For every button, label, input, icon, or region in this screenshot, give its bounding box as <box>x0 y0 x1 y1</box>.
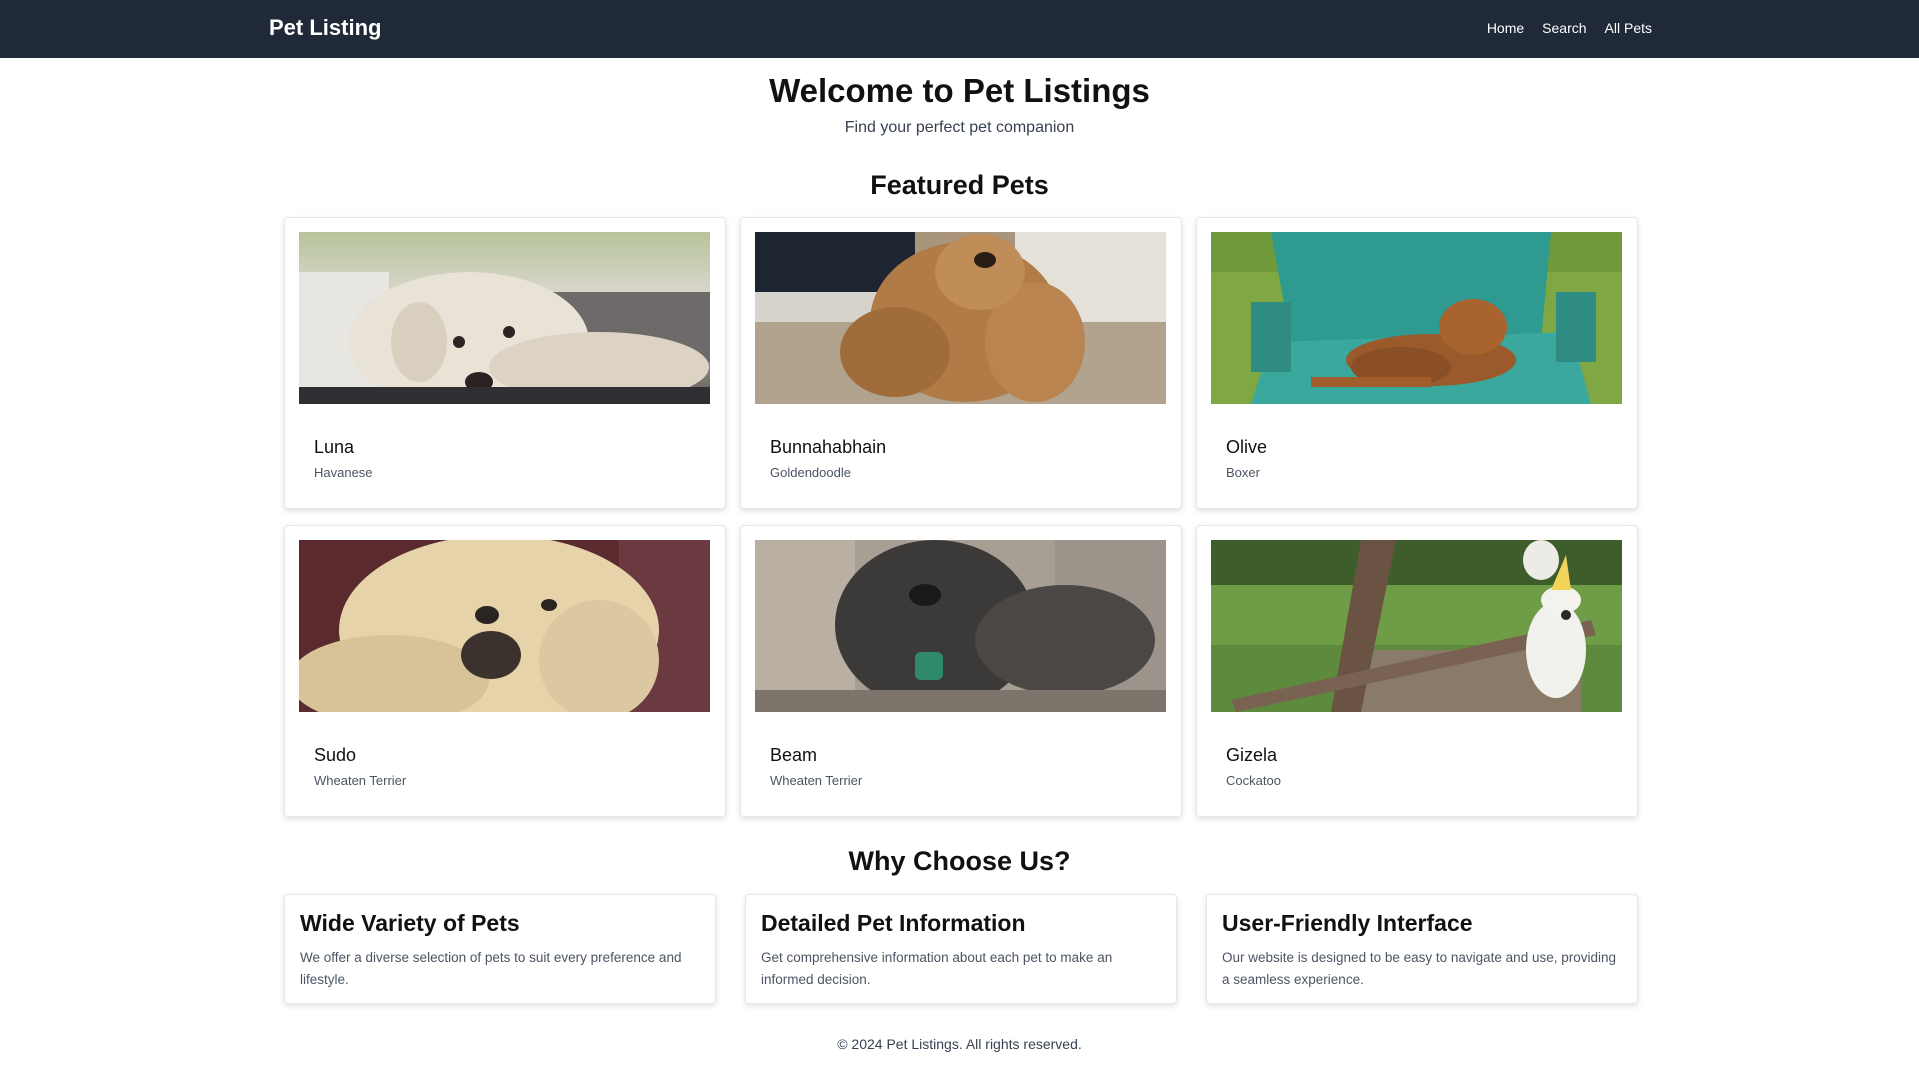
feature-text: Get comprehensive information about each… <box>761 950 1113 987</box>
feature-title: Detailed Pet Information <box>761 910 1026 936</box>
pet-card-olive[interactable]: Olive Boxer <box>1196 217 1638 509</box>
top-navbar: Pet Listing Home Search All Pets <box>0 0 1919 58</box>
pet-photo <box>755 232 1166 404</box>
hero-subtitle: Find your perfect pet companion <box>844 119 1075 136</box>
pet-breed: Cockatoo <box>1226 773 1281 788</box>
feature-title: Wide Variety of Pets <box>300 910 520 936</box>
brand-link[interactable]: Pet Listing <box>269 15 381 41</box>
nav-links: Home Search All Pets <box>1487 20 1652 36</box>
pet-name: Luna <box>314 437 355 457</box>
pet-card-beam[interactable]: Beam Wheaten Terrier <box>740 525 1182 817</box>
nav-search-link[interactable]: Search <box>1542 20 1586 36</box>
feature-card-variety: Wide Variety of Pets We offer a diverse … <box>284 894 716 1004</box>
pet-card-gizela[interactable]: Gizela Cockatoo <box>1196 525 1638 817</box>
feature-text: Our website is designed to be easy to na… <box>1222 950 1616 987</box>
pet-breed: Havanese <box>314 465 373 480</box>
feature-text: We offer a diverse selection of pets to … <box>300 950 682 987</box>
pet-name: Gizela <box>1226 745 1278 765</box>
pet-name: Bunnahabhain <box>770 437 887 457</box>
pet-breed: Boxer <box>1226 465 1260 480</box>
feature-card-information: Detailed Pet Information Get comprehensi… <box>745 894 1177 1004</box>
featured-pets-title: Featured Pets <box>870 170 1049 200</box>
feature-title: User-Friendly Interface <box>1222 910 1473 936</box>
pet-card-sudo[interactable]: Sudo Wheaten Terrier <box>284 525 726 817</box>
pet-card-luna[interactable]: Luna Havanese <box>284 217 726 509</box>
pet-name: Sudo <box>314 745 357 765</box>
pet-name: Beam <box>770 745 818 765</box>
pet-breed: Goldendoodle <box>770 465 851 480</box>
pet-photo <box>1211 540 1622 712</box>
nav-all-pets-link[interactable]: All Pets <box>1605 20 1652 36</box>
pet-breed: Wheaten Terrier <box>314 773 407 788</box>
pet-photo <box>299 540 710 712</box>
why-choose-us-title: Why Choose Us? <box>848 846 1071 876</box>
pet-name: Olive <box>1226 437 1268 457</box>
pet-photo <box>299 232 710 404</box>
pet-photo <box>1211 232 1622 404</box>
pet-photo <box>755 540 1166 712</box>
feature-card-interface: User-Friendly Interface Our website is d… <box>1206 894 1638 1004</box>
nav-home-link[interactable]: Home <box>1487 20 1524 36</box>
footer-copyright: © 2024 Pet Listings. All rights reserved… <box>837 1036 1082 1052</box>
pet-breed: Wheaten Terrier <box>770 773 863 788</box>
hero-title: Welcome to Pet Listings <box>769 72 1150 109</box>
pet-card-bunnahabhain[interactable]: Bunnahabhain Goldendoodle <box>740 217 1182 509</box>
